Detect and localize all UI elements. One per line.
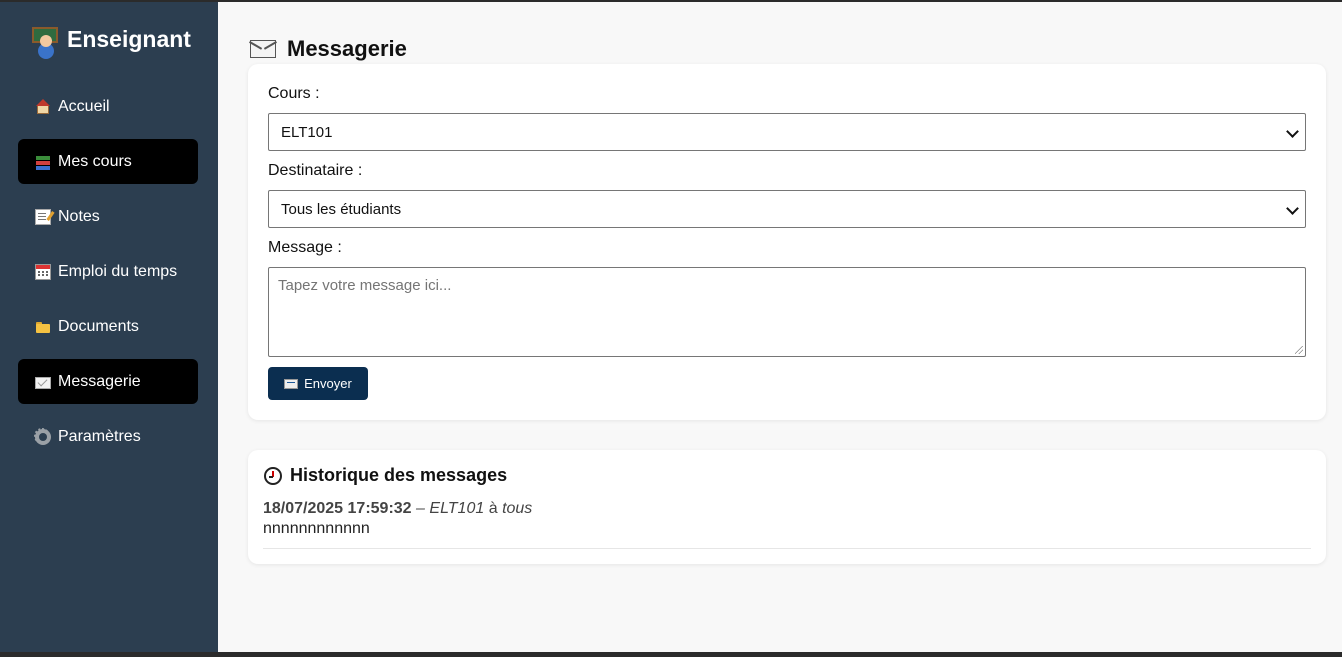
resize-grip-icon[interactable] [1295,346,1303,354]
page-title-text: Messagerie [287,36,407,61]
envelope-icon [35,376,51,389]
course-select-value: ELT101 [281,123,333,141]
history-title: Historique des messages [264,465,507,486]
sidebar-item-parametres[interactable]: Paramètres [18,414,198,459]
sidebar-item-label: Accueil [58,97,110,115]
house-icon [35,98,51,115]
sidebar-item-label: Messagerie [58,372,141,390]
message-separator: – [416,500,425,517]
recipient-select-value: Tous les étudiants [281,200,402,218]
message-body: nnnnnnnnnnnn [263,520,370,537]
history-card: Historique des messages 18/07/2025 17:59… [248,450,1326,564]
page-title: Messagerie [250,36,407,62]
recipient-label: Destinataire : [268,162,363,179]
sidebar-item-label: Paramètres [58,427,141,445]
message-to-word: à [488,500,498,517]
send-button[interactable]: Envoyer [268,367,368,400]
calendar-icon [35,263,51,280]
message-recipient: tous [502,500,533,517]
clock-icon [264,466,282,485]
message-course: ELT101 [429,500,485,517]
sidebar-item-messagerie[interactable]: Messagerie [18,359,198,404]
course-label: Cours : [268,85,320,102]
send-button-label: Envoyer [304,376,352,391]
sidebar: Enseignant Accueil Mes cours Notes Emplo… [0,2,218,652]
sidebar-item-label: Mes cours [58,152,132,170]
sidebar-item-accueil[interactable]: Accueil [18,84,198,129]
memo-icon [35,208,51,225]
message-placeholder: Tapez votre message ici... [278,277,452,294]
sidebar-nav: Accueil Mes cours Notes Emploi du temps … [18,84,198,469]
main-content: Messagerie Cours : ELT101 Destinataire :… [218,2,1342,652]
brand: Enseignant [32,26,191,53]
sidebar-item-label: Emploi du temps [58,262,178,280]
message-label: Message : [268,239,342,256]
course-select[interactable]: ELT101 [268,113,1306,151]
sidebar-item-emploi-du-temps[interactable]: Emploi du temps [18,249,198,294]
history-title-text: Historique des messages [290,465,508,485]
envelope-icon [284,378,299,389]
message-form-card: Cours : ELT101 Destinataire : Tous les é… [248,64,1326,420]
sidebar-item-label: Notes [58,207,100,225]
gear-icon [34,427,51,445]
app-window: Enseignant Accueil Mes cours Notes Emplo… [0,2,1342,652]
teacher-icon [32,26,58,53]
message-meta: 18/07/2025 17:59:32 – ELT101 à tous [263,500,532,518]
chevron-down-icon [1286,202,1299,215]
folder-icon [35,319,51,335]
chevron-down-icon [1286,125,1299,138]
message-timestamp: 18/07/2025 17:59:32 [263,500,412,517]
message-textarea[interactable]: Tapez votre message ici... [268,267,1306,357]
envelope-icon [250,40,276,58]
sidebar-item-mes-cours[interactable]: Mes cours [18,139,198,184]
divider [263,548,1311,549]
recipient-select[interactable]: Tous les étudiants [268,190,1306,228]
sidebar-item-label: Documents [58,317,139,335]
sidebar-item-notes[interactable]: Notes [18,194,198,239]
sidebar-item-documents[interactable]: Documents [18,304,198,349]
books-icon [35,154,51,170]
brand-title: Enseignant [67,26,191,52]
